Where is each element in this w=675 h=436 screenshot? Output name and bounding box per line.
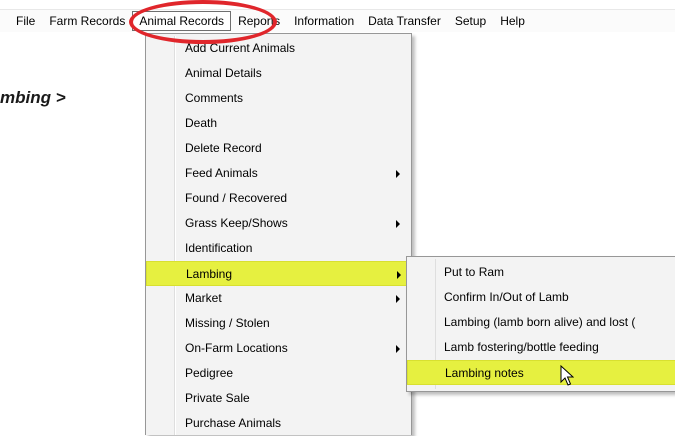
menu-item-grass-keep-shows[interactable]: Grass Keep/Shows (148, 211, 409, 236)
menu-bar: File Farm Records Animal Records Reports… (0, 9, 675, 32)
menu-item-missing-stolen[interactable]: Missing / Stolen (148, 311, 409, 336)
menu-item-market[interactable]: Market (148, 286, 409, 311)
menu-item-lamb-fostering[interactable]: Lamb fostering/bottle feeding (409, 335, 674, 360)
menu-item-lambing[interactable]: Lambing (146, 261, 411, 286)
page-heading-fragment: mbing > (0, 88, 66, 107)
menu-item-death[interactable]: Death (148, 111, 409, 136)
mouse-cursor-icon (560, 365, 574, 386)
menu-item-lambing-born-alive-lost[interactable]: Lambing (lamb born alive) and lost ( (409, 310, 674, 335)
menu-item-add-current-animals[interactable]: Add Current Animals (148, 36, 409, 61)
menu-item-on-farm-locations[interactable]: On-Farm Locations (148, 336, 409, 361)
menu-item-identification[interactable]: Identification (148, 236, 409, 261)
lambing-submenu: Put to Ram Confirm In/Out of Lamb Lambin… (406, 256, 675, 392)
menu-animal-records[interactable]: Animal Records (132, 11, 232, 31)
submenu-arrow-icon (396, 345, 400, 353)
menu-item-put-to-ram[interactable]: Put to Ram (409, 260, 674, 285)
menu-farm-records[interactable]: Farm Records (42, 11, 132, 31)
menu-item-animal-details[interactable]: Animal Details (148, 61, 409, 86)
menu-setup[interactable]: Setup (448, 11, 493, 31)
menu-item-found-recovered[interactable]: Found / Recovered (148, 186, 409, 211)
menu-item-private-sale[interactable]: Private Sale (148, 386, 409, 411)
menu-item-lambing-notes[interactable]: Lambing notes (407, 360, 675, 385)
menu-reports[interactable]: Reports (231, 11, 287, 31)
animal-records-dropdown: Add Current Animals Animal Details Comme… (145, 33, 412, 435)
menu-item-pedigree[interactable]: Pedigree (148, 361, 409, 386)
menu-item-delete-record[interactable]: Delete Record (148, 136, 409, 161)
submenu-arrow-icon (396, 220, 400, 228)
menu-item-confirm-in-out-of-lamb[interactable]: Confirm In/Out of Lamb (409, 285, 674, 310)
menu-information[interactable]: Information (287, 11, 361, 31)
submenu-arrow-icon (397, 271, 401, 279)
submenu-arrow-icon (396, 295, 400, 303)
menu-item-purchase-animals[interactable]: Purchase Animals (148, 411, 409, 436)
submenu-arrow-icon (396, 170, 400, 178)
menu-help[interactable]: Help (493, 11, 532, 31)
menu-data-transfer[interactable]: Data Transfer (361, 11, 448, 31)
menu-item-feed-animals[interactable]: Feed Animals (148, 161, 409, 186)
menu-file[interactable]: File (0, 11, 42, 31)
menu-item-comments[interactable]: Comments (148, 86, 409, 111)
